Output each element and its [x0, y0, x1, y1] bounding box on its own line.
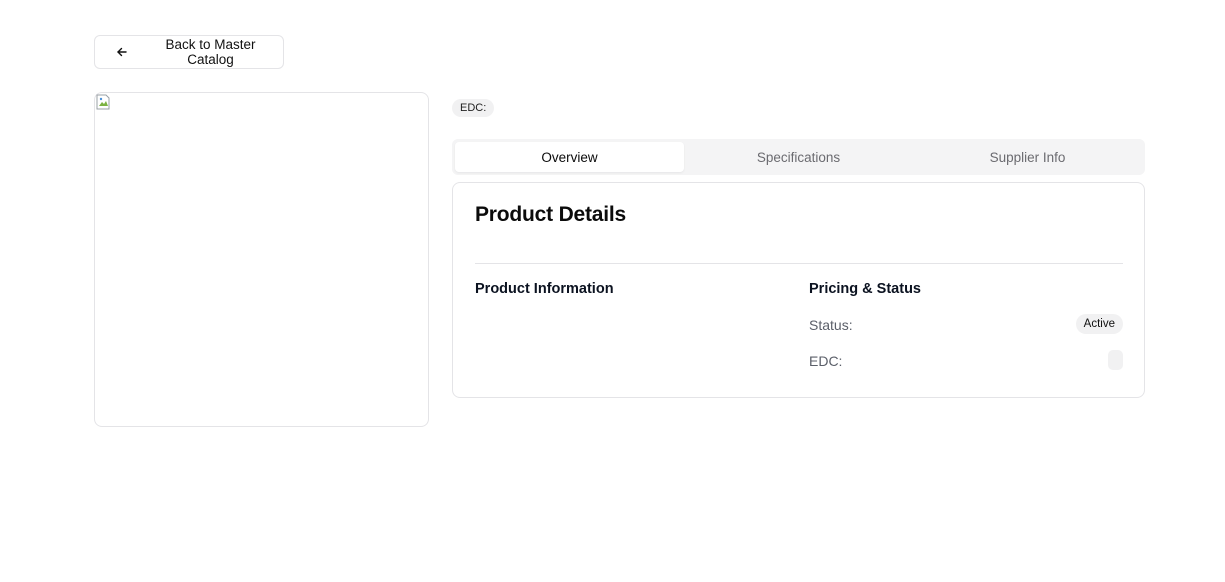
tab-overview[interactable]: Overview	[455, 142, 684, 172]
back-to-catalog-button[interactable]: Back to Master Catalog	[94, 35, 284, 69]
broken-image-icon	[96, 94, 110, 110]
tab-specifications[interactable]: Specifications	[684, 142, 913, 172]
product-image	[94, 92, 429, 427]
tab-supplier-info[interactable]: Supplier Info	[913, 142, 1142, 172]
edc-value-badge	[1108, 350, 1123, 370]
tab-bar: Overview Specifications Supplier Info	[452, 139, 1145, 175]
arrow-left-icon	[115, 45, 129, 59]
edc-label: EDC:	[809, 353, 843, 369]
status-label: Status:	[809, 317, 853, 333]
edc-badge: EDC:	[452, 99, 495, 117]
divider	[475, 263, 1123, 264]
pricing-status-heading: Pricing & Status	[809, 281, 921, 297]
card-title: Product Details	[475, 203, 627, 226]
back-button-label: Back to Master Catalog	[165, 37, 256, 67]
product-information-heading: Product Information	[475, 281, 614, 297]
product-details-card: Product Details Product Information Pric…	[452, 182, 1145, 398]
status-badge: Active	[1075, 314, 1123, 334]
